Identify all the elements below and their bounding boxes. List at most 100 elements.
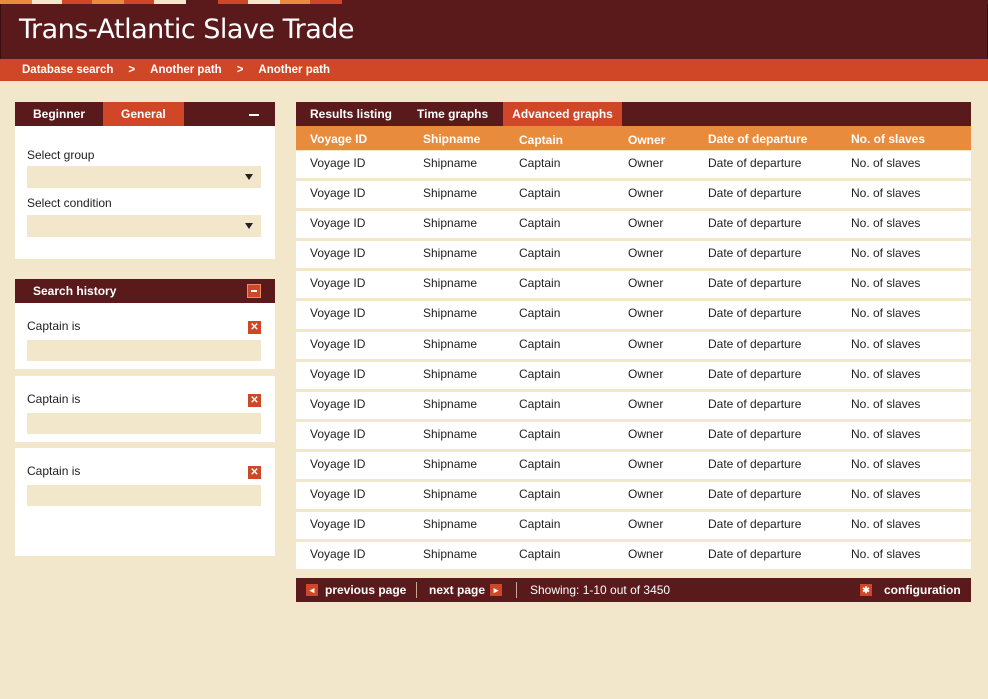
table-row[interactable]: Voyage ID Shipname Captain Owner Date of dep… [296,181,971,212]
table-cell: Voyage ID [310,547,366,562]
table-cell: Voyage ID [310,156,366,170]
column-header[interactable]: Owner [628,133,665,147]
minus-icon[interactable] [247,284,261,298]
table-cell: Captain [519,276,561,291]
table-cell: Shipname [423,336,478,351]
minus-icon[interactable] [249,114,259,116]
tab-beginner[interactable]: Beginner [15,102,103,126]
table-row[interactable]: Voyage ID Shipname Captain Owner Date of dep… [296,241,971,272]
chevron-down-icon [245,174,253,180]
history-item-value[interactable] [27,485,261,506]
table-header: Voyage ID Shipname Captain Owner Date of… [296,126,971,151]
table-cell: Captain [519,487,561,502]
tab-general[interactable]: General [103,102,184,126]
select-group-dropdown[interactable] [27,166,261,188]
table-cell: Owner [628,216,664,231]
close-icon[interactable]: ✕ [248,321,261,334]
table-cell: Voyage ID [310,186,366,201]
arrow-right-icon: ▸ [490,584,503,596]
table-cell: Date of departure [708,306,802,321]
table-cell: Shipname [423,456,478,471]
table-cell: No. of slaves [851,517,921,532]
arrow-left-icon: ◂ [306,584,318,596]
history-item: Captain is ✕ [15,376,275,442]
table-row[interactable]: Voyage ID Shipname Captain Owner Date of dep… [296,512,971,543]
table-cell: Date of departure [708,156,802,170]
tab-advanced-graphs[interactable]: Advanced graphs [503,102,622,126]
close-icon[interactable]: ✕ [248,394,261,407]
breadcrumb-item[interactable]: Another path [258,64,330,76]
table-cell: Voyage ID [310,306,366,321]
history-item-value[interactable] [27,340,261,361]
results-panel: Results listing Time graphs Advanced gra… [296,102,971,573]
table-row[interactable]: Voyage ID Shipname Captain Owner Date of dep… [296,301,971,332]
column-header[interactable]: Shipname [423,132,480,146]
next-page-button[interactable]: next page ▸ [429,583,503,597]
table-row[interactable]: Voyage ID Shipname Captain Owner Date of dep… [296,421,971,452]
breadcrumb-separator: > [236,64,244,76]
table-cell: Shipname [423,396,478,411]
column-header[interactable]: No. of slaves [851,132,925,146]
column-header[interactable]: Date of departure [708,132,807,146]
breadcrumb-item[interactable]: Another path [150,64,222,76]
table-cell: Owner [628,547,664,562]
next-page-label: next page [429,583,486,597]
table-row[interactable]: Voyage ID Shipname Captain Owner Date of dep… [296,151,971,182]
column-header[interactable]: Captain [519,133,563,147]
table-cell: Date of departure [708,517,802,532]
app-header: Trans-Atlantic Slave Trade [0,4,988,59]
table-row[interactable]: Voyage ID Shipname Captain Owner Date of dep… [296,271,971,302]
search-history-title: Search history [33,284,117,298]
table-cell: Captain [519,366,561,381]
select-condition-dropdown[interactable] [27,215,261,237]
breadcrumb-item[interactable]: Database search [22,64,113,76]
previous-page-button[interactable]: ◂ previous page [306,583,406,597]
table-cell: Owner [628,456,664,471]
table-row[interactable]: Voyage ID Shipname Captain Owner Date of dep… [296,451,971,483]
table-cell: Date of departure [708,456,802,471]
select-group-label: Select group [27,148,95,162]
table-body: Voyage ID Shipname Captain Owner Date of dep… [296,151,971,573]
tab-results-listing[interactable]: Results listing [296,102,403,126]
table-cell: Shipname [423,186,478,201]
table-cell: Owner [628,487,664,502]
table-cell: Shipname [423,426,478,441]
table-row[interactable]: Voyage ID Shipname Captain Owner Date of dep… [296,391,971,422]
history-item-value[interactable] [27,413,261,434]
table-row[interactable]: Voyage ID Shipname Captain Owner Date of dep… [296,361,971,392]
history-item: Captain is ✕ [15,303,275,369]
table-cell: Date of departure [708,396,802,411]
table-row[interactable]: Voyage ID Shipname Captain Owner Date of dep… [296,482,971,513]
history-item-label: Captain is [27,464,81,478]
close-icon[interactable]: ✕ [248,466,261,479]
table-row[interactable]: Voyage ID Shipname Captain Owner Date of dep… [296,542,971,573]
table-cell: Captain [519,517,561,532]
configuration-button[interactable]: ✱ configuration [860,583,961,597]
table-cell: Date of departure [708,487,802,502]
table-cell: No. of slaves [851,336,921,351]
table-cell: Captain [519,336,561,351]
table-cell: Shipname [423,487,478,502]
table-cell: Shipname [423,246,478,261]
table-cell: Shipname [423,306,478,321]
table-cell: Voyage ID [310,487,366,502]
previous-page-label: previous page [325,583,407,597]
table-cell: Owner [628,156,664,170]
divider [416,582,417,598]
column-header[interactable]: Voyage ID [310,132,367,146]
tab-time-graphs[interactable]: Time graphs [403,102,499,126]
table-cell: Shipname [423,366,478,381]
table-cell: Owner [628,366,664,381]
table-cell: No. of slaves [851,246,921,261]
history-item-label: Captain is [27,392,81,406]
chevron-down-icon [245,223,253,229]
table-cell: No. of slaves [851,186,921,201]
table-cell: Captain [519,306,561,321]
pagination-bar: ◂ previous page next page ▸ Showing: 1-1… [296,578,971,602]
table-row[interactable]: Voyage ID Shipname Captain Owner Date of dep… [296,331,971,362]
search-history-panel: Search history [15,279,275,303]
table-cell: Date of departure [708,336,802,351]
table-row[interactable]: Voyage ID Shipname Captain Owner Date of dep… [296,211,971,242]
select-condition-label: Select condition [27,196,112,210]
table-cell: No. of slaves [851,276,921,291]
